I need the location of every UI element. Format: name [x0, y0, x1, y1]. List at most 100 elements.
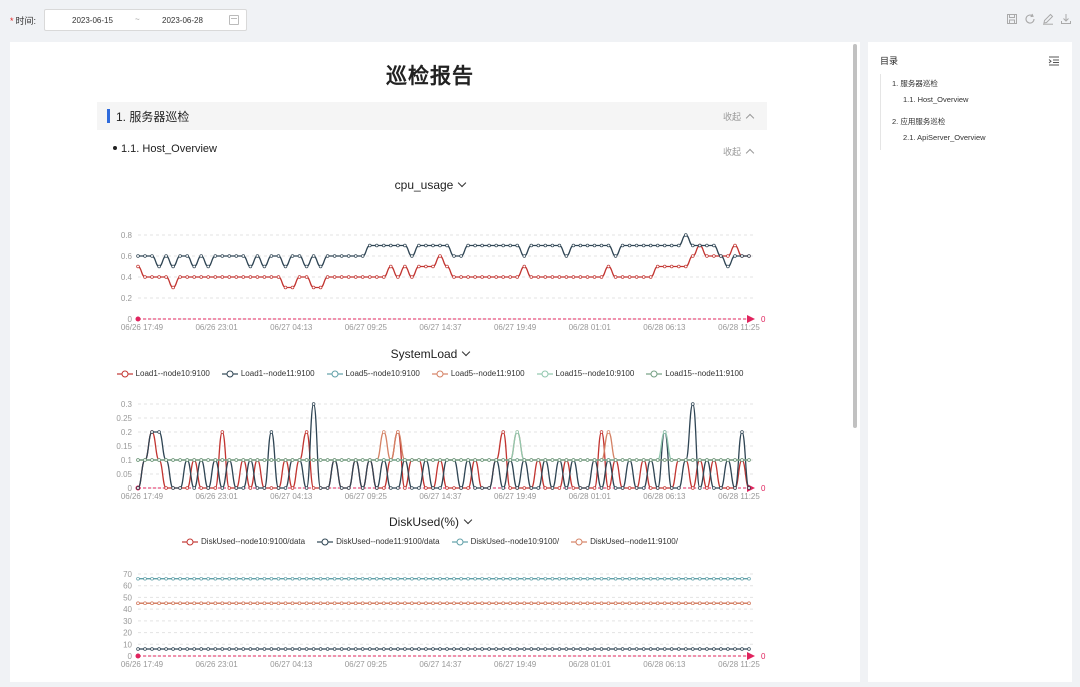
data-point	[627, 601, 632, 606]
data-point	[269, 430, 274, 434]
baseline-arrow	[747, 652, 755, 660]
data-point	[389, 458, 393, 462]
legend-label: Load1--node11:9100	[240, 369, 315, 378]
legend-item[interactable]: Load1--node10:9100	[116, 369, 210, 378]
calendar-icon[interactable]	[229, 15, 239, 25]
data-point	[662, 458, 667, 462]
data-point	[297, 601, 302, 606]
chevron-up-icon	[745, 148, 755, 158]
subsection-collapse-toggle[interactable]: 收起	[723, 145, 755, 158]
data-point	[339, 647, 344, 651]
data-point	[543, 647, 548, 651]
date-range-picker[interactable]: 2023-06-15 ~ 2023-06-28	[44, 9, 247, 31]
data-point	[747, 601, 751, 606]
range-separator: ~	[135, 15, 140, 24]
data-point	[747, 458, 751, 462]
data-point	[311, 576, 316, 581]
edit-icon[interactable]	[1042, 13, 1054, 25]
legend-item[interactable]: DiskUsed--node11:9100/data	[317, 537, 440, 546]
x-tick-label: 06/26 17:49	[121, 492, 164, 501]
data-point	[677, 264, 681, 269]
bullet-icon	[113, 146, 117, 150]
download-icon[interactable]	[1060, 13, 1072, 25]
toc-item-apiserver-overview[interactable]: 2.1. ApiServer_Overview	[903, 133, 986, 142]
data-point	[733, 243, 737, 248]
legend-marker-icon	[221, 370, 238, 377]
x-tick-label: 06/28 06:13	[643, 660, 686, 669]
data-point	[136, 647, 140, 651]
data-point	[740, 647, 744, 651]
data-point	[304, 601, 309, 606]
x-tick-label: 06/28 01:01	[569, 660, 612, 669]
data-point	[592, 458, 597, 462]
toc-item-app-service[interactable]: 2. 应用服务巡检	[892, 116, 945, 127]
data-point	[339, 576, 344, 581]
data-point	[360, 254, 365, 258]
data-point	[375, 243, 379, 248]
data-point	[480, 647, 484, 651]
data-point	[297, 458, 302, 462]
data-point	[578, 601, 583, 606]
data-point	[311, 647, 316, 651]
section-collapse-toggle[interactable]: 收起	[723, 110, 755, 123]
data-point	[220, 458, 225, 462]
chart-title-systemload[interactable]: SystemLoad	[10, 347, 850, 361]
chart-title-cpu[interactable]: cpu_usage	[10, 178, 850, 192]
data-point	[578, 243, 583, 248]
legend-item[interactable]: Load1--node11:9100	[221, 369, 315, 378]
data-point	[557, 647, 562, 651]
data-point	[325, 458, 330, 462]
data-point	[648, 601, 653, 606]
save-icon[interactable]	[1006, 13, 1018, 25]
data-point	[452, 486, 456, 490]
data-point	[339, 254, 344, 258]
data-point	[346, 458, 351, 462]
data-point	[304, 458, 309, 462]
data-point	[346, 486, 351, 490]
legend-item[interactable]: Load5--node11:9100	[431, 369, 525, 378]
data-point	[255, 254, 260, 258]
data-point	[403, 264, 407, 269]
legend-item[interactable]: Load15--node10:9100	[536, 369, 634, 378]
data-point	[227, 275, 232, 279]
data-point	[339, 458, 344, 462]
data-point	[648, 576, 653, 581]
legend-item[interactable]: DiskUsed--node10:9100/data	[182, 537, 305, 546]
scrollbar-thumb[interactable]	[853, 44, 857, 428]
legend-item[interactable]: DiskUsed--node11:9100/	[571, 537, 678, 546]
data-point	[634, 486, 639, 490]
baseline-arrow	[747, 315, 755, 323]
data-point	[185, 576, 189, 581]
chart-title-diskused[interactable]: DiskUsed(%)	[10, 515, 850, 529]
legend-item[interactable]: Load15--node11:9100	[646, 369, 743, 378]
toc-item-server[interactable]: 1. 服务器巡检	[892, 78, 938, 89]
data-point	[220, 486, 225, 490]
data-point	[318, 264, 323, 269]
legend-marker-icon	[326, 370, 343, 377]
data-point	[360, 275, 365, 279]
toc-item-host-overview[interactable]: 1.1. Host_Overview	[903, 95, 968, 104]
end-date-input[interactable]: 2023-06-28	[162, 16, 203, 25]
data-point	[396, 243, 400, 248]
collapse-label: 收起	[723, 112, 742, 122]
legend-label: DiskUsed--node10:9100/	[470, 537, 560, 546]
data-point	[403, 486, 407, 490]
start-date-input[interactable]: 2023-06-15	[72, 16, 113, 25]
data-point	[578, 576, 583, 581]
data-point	[227, 576, 232, 581]
legend-marker-icon	[431, 370, 448, 377]
data-point	[164, 275, 168, 279]
legend-item[interactable]: Load5--node10:9100	[326, 369, 420, 378]
data-point	[157, 647, 161, 651]
data-point	[178, 601, 182, 606]
data-point	[578, 458, 583, 462]
data-point	[515, 601, 519, 606]
refresh-icon[interactable]	[1024, 13, 1036, 25]
data-point	[536, 601, 541, 606]
data-point	[669, 458, 674, 462]
legend-item[interactable]: DiskUsed--node10:9100/	[451, 537, 560, 546]
data-point	[150, 275, 154, 279]
data-point	[459, 275, 463, 279]
toc-toggle-icon[interactable]	[1048, 56, 1060, 66]
data-point	[494, 601, 498, 606]
